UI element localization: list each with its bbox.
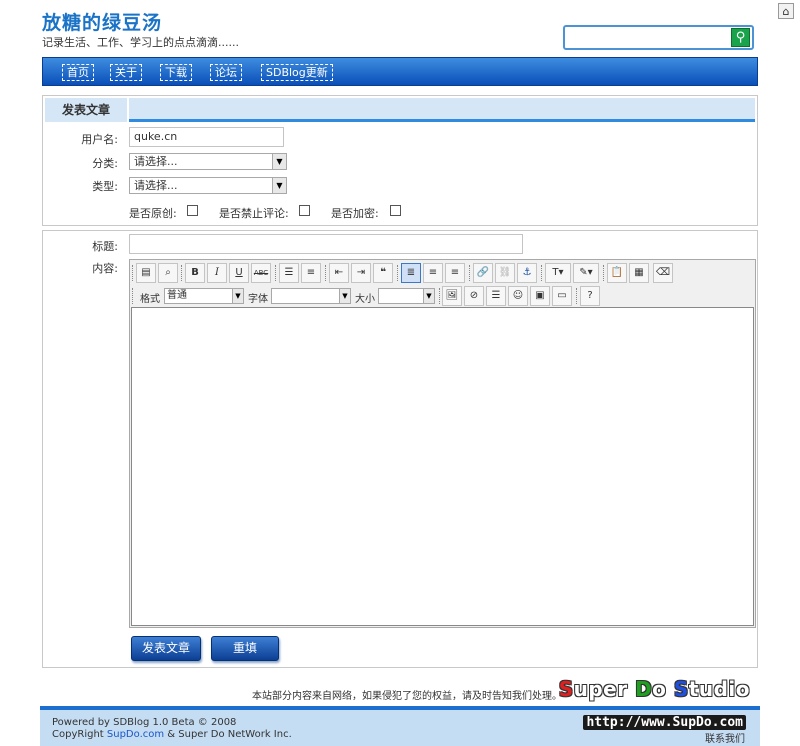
horizontal-rule-icon[interactable]: ☰ [486,286,506,306]
format-select[interactable]: 普通 ▼ [164,288,244,304]
brand-letter-s2: S [673,677,689,701]
italic-button[interactable]: I [207,263,227,283]
brand-text-1: uper [573,677,636,701]
search-box: ⚲ [563,25,754,50]
source-icon[interactable]: ▤ [136,263,156,283]
type-select-value: 请选择... [134,179,178,192]
category-select-value: 请选择... [134,155,178,168]
preview-icon[interactable]: ⌕ [158,263,178,283]
indent-icon[interactable]: ⇥ [351,263,371,283]
align-center-icon[interactable]: ≡ [423,263,443,283]
site-subtitle: 记录生活、工作、学习上的点点滴滴...... [42,36,239,49]
unordered-list-icon[interactable]: ≡ [301,263,321,283]
search-button[interactable]: ⚲ [731,28,750,47]
image-icon[interactable]: 🖼 [442,286,462,306]
size-label: 大小 [355,294,375,305]
format-select-value: 普通 [167,290,187,301]
chevron-down-icon: ▼ [423,289,434,303]
reset-button[interactable]: 重填 [211,636,279,661]
no-comment-label: 是否禁止评论: [219,207,289,220]
rich-text-editor: ▤ ⌕ B I U ABC ☰ ≡ ⇤ ⇥ ❝ ≣ ≡ ≡ 🔗 ⛓ ⚓ T▾ ✎… [129,259,756,628]
nav-item-about[interactable]: 关于 [110,64,142,81]
search-input[interactable] [567,29,727,46]
paste-icon[interactable]: 📋 [607,263,627,283]
main-nav: 首页 关于 下载 论坛 SDBlog更新 [42,57,758,86]
font-select[interactable]: ▼ [271,288,351,304]
brand-logo: Super Do Studio [559,677,750,701]
bg-color-icon[interactable]: ✎▾ [573,263,599,283]
quote-icon[interactable]: ❝ [373,263,393,283]
text-color-icon[interactable]: T▾ [545,263,571,283]
format-label: 格式 [140,294,160,305]
title-label: 标题: [92,240,118,253]
editor-toolbar-row-2: 格式 普通 ▼ 字体 ▼ 大小 ▼ 🖼 ⊘ ☰ ☺ ▣ ▭ ? [132,286,752,308]
strike-button[interactable]: ABC [251,263,271,283]
footer-note: 本站部分内容来自网络，如果侵犯了您的权益，请及时告知我们处理。 [252,691,562,702]
underline-button[interactable]: U [229,263,249,283]
encrypt-label: 是否加密: [331,207,379,220]
chevron-down-icon: ▼ [339,289,350,303]
powered-by-text: Powered by SDBlog 1.0 Beta © 2008 [52,717,237,728]
brand-text-3: tudio [688,677,750,701]
font-label: 字体 [248,294,268,305]
chevron-down-icon: ▼ [232,289,243,303]
brand-letter-s: S [558,677,574,701]
category-label: 分类: [92,157,118,170]
special-char-icon[interactable]: ▣ [530,286,550,306]
submit-article-button[interactable]: 发表文章 [131,636,201,661]
username-label: 用户名: [81,133,118,146]
brand-url: http://www.SupDo.com [583,715,746,730]
flash-icon[interactable]: ⊘ [464,286,484,306]
nav-item-forum[interactable]: 论坛 [210,64,242,81]
search-icon: ⚲ [735,30,746,45]
title-field[interactable] [129,234,523,254]
brand-letter-d: D [635,677,653,701]
tab-post-article[interactable]: 发表文章 [45,98,129,122]
type-select[interactable]: 请选择... ▼ [129,177,287,194]
paste-word-icon[interactable]: ▦ [629,263,649,283]
supdo-link[interactable]: SupDo.com [107,729,164,740]
home-icon[interactable]: ⌂ [778,3,794,19]
smiley-icon[interactable]: ☺ [508,286,528,306]
type-label: 类型: [92,180,118,193]
anchor-icon[interactable]: ⚓ [517,263,537,283]
align-right-icon[interactable]: ≡ [445,263,465,283]
username-field[interactable]: quke.cn [129,127,284,147]
eraser-icon[interactable]: ⌫ [653,263,673,283]
help-icon[interactable]: ? [580,286,600,306]
content-label: 内容: [92,262,118,275]
original-checkbox[interactable] [187,205,198,216]
site-title[interactable]: 放糖的绿豆汤 [42,8,162,35]
chevron-down-icon: ▼ [272,154,286,169]
no-comment-checkbox[interactable] [299,205,310,216]
align-left-icon[interactable]: ≣ [401,263,421,283]
copyright-suffix: & Super Do NetWork Inc. [164,729,292,740]
encrypt-checkbox[interactable] [390,205,401,216]
nav-item-home[interactable]: 首页 [62,64,94,81]
outdent-icon[interactable]: ⇤ [329,263,349,283]
copyright-prefix: CopyRight [52,729,107,740]
size-select[interactable]: ▼ [378,288,435,304]
original-label: 是否原创: [129,207,177,220]
editor-content-area[interactable] [131,307,754,626]
contact-us-link[interactable]: 联系我们 [705,730,745,745]
editor-toolbar-row-1: ▤ ⌕ B I U ABC ☰ ≡ ⇤ ⇥ ❝ ≣ ≡ ≡ 🔗 ⛓ ⚓ T▾ ✎… [132,263,752,285]
brand-text-2: o [652,677,674,701]
panel-header: 发表文章 [45,98,755,122]
chevron-down-icon: ▼ [272,178,286,193]
unlink-icon[interactable]: ⛓ [495,263,515,283]
link-icon[interactable]: 🔗 [473,263,493,283]
nav-item-download[interactable]: 下载 [160,64,192,81]
category-select[interactable]: 请选择... ▼ [129,153,287,170]
ordered-list-icon[interactable]: ☰ [279,263,299,283]
fullscreen-icon[interactable]: ▭ [552,286,572,306]
nav-item-sdblog-update[interactable]: SDBlog更新 [261,64,333,81]
copyright-text: CopyRight SupDo.com & Super Do NetWork I… [52,729,292,740]
bold-button[interactable]: B [185,263,205,283]
